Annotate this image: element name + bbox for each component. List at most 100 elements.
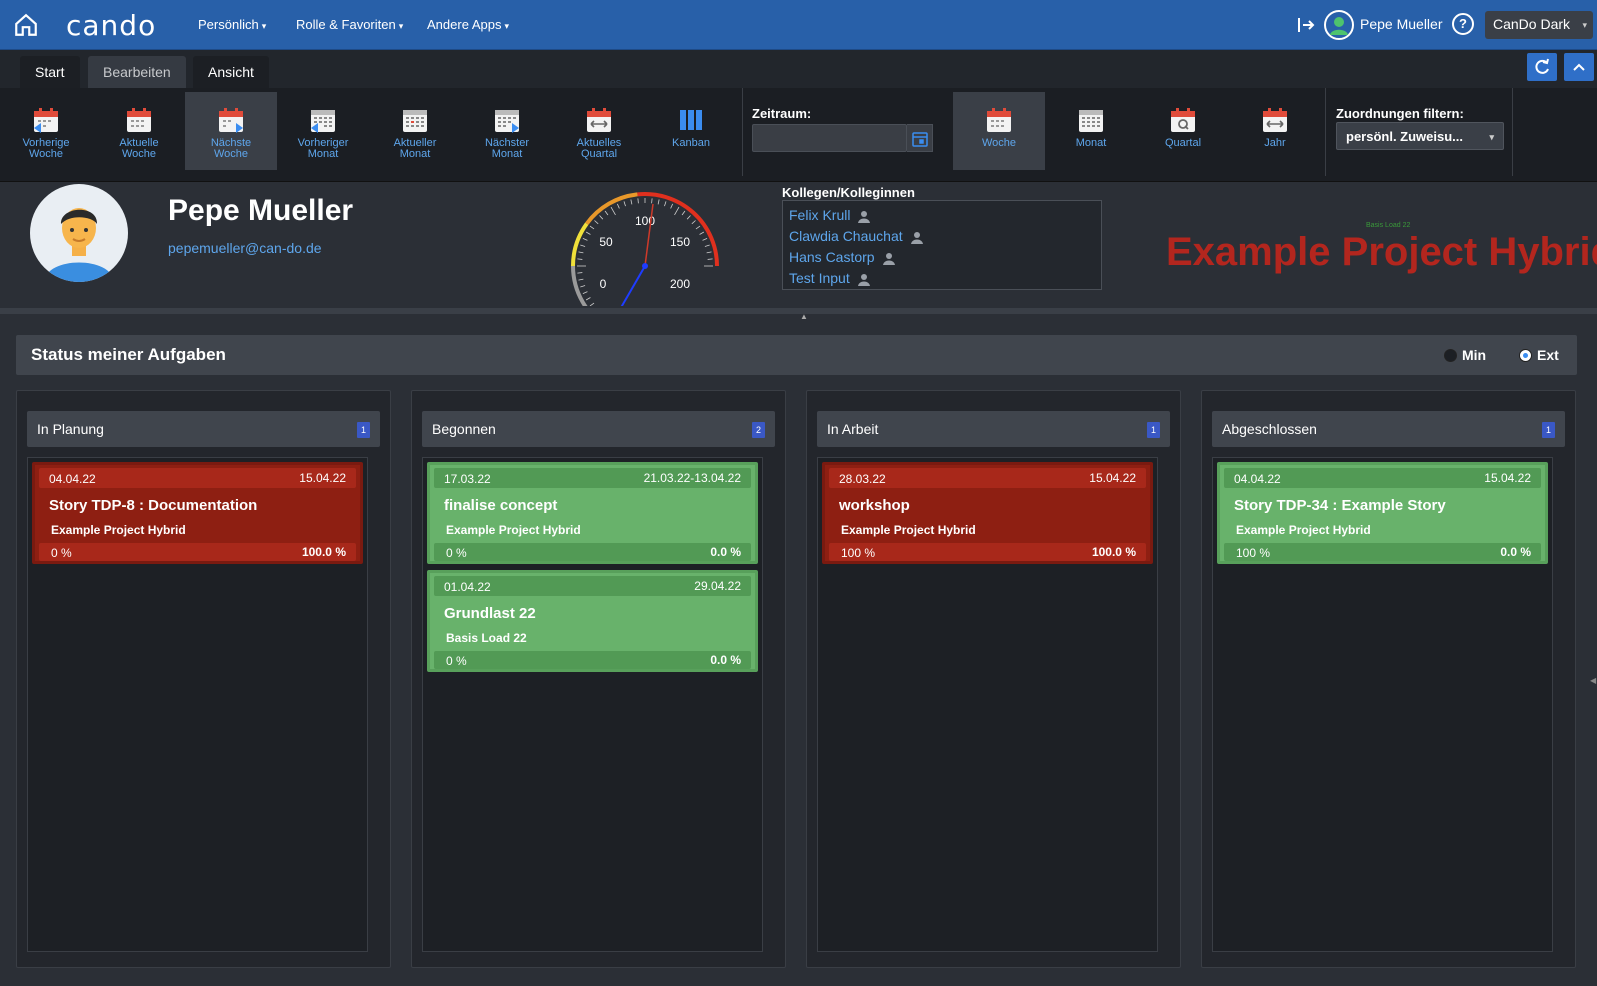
user-name[interactable]: Pepe Mueller: [1360, 16, 1443, 32]
range-input[interactable]: [752, 124, 907, 152]
gauge-tick: [664, 201, 667, 207]
previous-week-button[interactable]: Vorherige Woche: [0, 92, 92, 170]
range-label: Zeitraum:: [752, 106, 812, 121]
gauge-tick: [699, 231, 705, 235]
person-icon: [858, 210, 871, 223]
colleague-link[interactable]: Test Input: [789, 268, 1095, 289]
task-planned: 0.0 %: [710, 653, 741, 667]
radio-ext[interactable]: [1519, 349, 1532, 362]
calendar-quarter-icon: [587, 108, 611, 132]
previous-month-button[interactable]: Vorheriger Monat: [277, 92, 369, 170]
gauge-arc-segment: [571, 222, 589, 267]
task-end-date: 15.04.22: [1484, 471, 1531, 485]
side-panel-handle[interactable]: ◀: [1590, 676, 1596, 685]
radio-ext-label[interactable]: Ext: [1537, 347, 1559, 363]
ribbon-toolbar: Vorherige Woche Aktuelle Woche Nächste Woch…: [0, 88, 1597, 182]
profile-strip: Pepe Mueller pepemueller@can-do.de 0 50 …: [0, 182, 1597, 314]
logout-icon[interactable]: [1296, 15, 1316, 35]
user-avatar-icon[interactable]: [1324, 10, 1354, 40]
profile-email-link[interactable]: pepemueller@can-do.de: [168, 240, 322, 256]
period-year-button[interactable]: Jahr: [1229, 92, 1321, 170]
menu-rolle-favoriten[interactable]: Rolle & Favoriten ▾: [296, 17, 403, 32]
task-progress: 0 %: [446, 546, 467, 560]
gauge-tick: [616, 203, 620, 209]
current-week-button[interactable]: Aktuelle Woche: [93, 92, 185, 170]
chevron-down-icon: ▾: [504, 21, 509, 31]
colleague-link[interactable]: Felix Krull: [789, 205, 1095, 226]
task-start-date: 04.04.22: [49, 472, 96, 486]
status-header: Status meiner Aufgaben Min Ext: [16, 335, 1577, 375]
colleague-link[interactable]: Clawdia Chauchat: [789, 226, 1095, 247]
task-end-date: 29.04.22: [694, 579, 741, 593]
radio-min-label[interactable]: Min: [1462, 347, 1486, 363]
current-quarter-button[interactable]: Aktuelles Quartal: [553, 92, 645, 170]
home-icon[interactable]: [13, 12, 39, 38]
project-cloud-small[interactable]: Basis Load 22: [1366, 222, 1410, 229]
column-count-badge: 1: [1542, 422, 1555, 438]
task-progress: 100 %: [841, 546, 876, 560]
person-icon: [882, 252, 895, 265]
column-body: 28.03.22 15.04.22 workshop Example Projec…: [817, 457, 1158, 952]
gauge-tick: [707, 258, 713, 260]
chevron-down-icon: ▾: [261, 21, 267, 31]
column-title: In Planung: [37, 421, 104, 437]
period-quarter-button[interactable]: Quartal: [1137, 92, 1229, 170]
task-card[interactable]: 17.03.22 21.03.22-13.04.22 finalise conce…: [427, 462, 758, 564]
gauge-tick: [702, 237, 708, 241]
collapse-ribbon-button[interactable]: [1564, 53, 1594, 81]
range-calendar-button[interactable]: [907, 124, 933, 152]
tab-start[interactable]: Start: [20, 56, 80, 88]
task-card[interactable]: 01.04.22 29.04.22 Grundlast 22 Basis Load…: [427, 570, 758, 672]
splitter-handle[interactable]: ▲: [800, 312, 808, 321]
radio-min[interactable]: [1444, 349, 1457, 362]
gauge-tick: [580, 244, 586, 247]
menu-persoenlich[interactable]: Persönlich ▾: [198, 17, 266, 32]
calendar-year-icon: [1263, 108, 1287, 132]
project-cloud-big[interactable]: Example Project Hybrid: [1166, 230, 1597, 275]
task-project: Basis Load 22: [446, 631, 527, 645]
gauge-tick: [630, 199, 633, 205]
gauge-tick: [670, 203, 674, 209]
period-month-button[interactable]: Monat: [1045, 92, 1137, 170]
person-avatar-icon: [44, 208, 114, 282]
task-progress: 100 %: [1236, 546, 1271, 560]
gauge-tick: [657, 199, 660, 205]
chevron-down-icon: ▾: [398, 21, 404, 31]
task-card[interactable]: 04.04.22 15.04.22 Story TDP-34 : Example …: [1217, 462, 1548, 564]
task-card[interactable]: 28.03.22 15.04.22 workshop Example Projec…: [822, 462, 1153, 564]
theme-select[interactable]: CanDo Dark ▾: [1485, 11, 1593, 39]
calendar-week-icon: [987, 108, 1011, 132]
current-month-button[interactable]: Aktueller Monat: [369, 92, 461, 170]
filter-label: Zuordnungen filtern:: [1336, 106, 1464, 121]
tab-ansicht[interactable]: Ansicht: [193, 56, 269, 88]
colleagues-title: Kollegen/Kolleginnen: [782, 185, 915, 200]
menu-andere-apps[interactable]: Andere Apps ▾: [427, 17, 509, 32]
gauge-tick: [691, 220, 696, 225]
next-month-button[interactable]: Nächster Monat: [461, 92, 553, 170]
gauge-needle: [620, 265, 646, 306]
kanban-button[interactable]: Kanban: [645, 92, 737, 170]
calendar-next-icon: [219, 108, 243, 133]
next-week-button[interactable]: Nächste Woche: [185, 92, 277, 170]
gauge-tick: [582, 237, 588, 241]
toolbar-separator: [742, 88, 743, 176]
app-logo[interactable]: cando: [66, 9, 156, 42]
period-week-button[interactable]: Woche: [953, 92, 1045, 170]
task-project: Example Project Hybrid: [446, 523, 581, 537]
column-header: Begonnen 2: [422, 411, 775, 447]
colleague-link[interactable]: Hans Castorp: [789, 247, 1095, 268]
task-title: Story TDP-8 : Documentation: [49, 497, 258, 514]
gauge-tick: [589, 302, 595, 306]
task-card[interactable]: 04.04.22 15.04.22 Story TDP-8 : Documenta…: [32, 462, 363, 564]
column-in-arbeit: In Arbeit 1 28.03.22 15.04.22 workshop Ex…: [806, 390, 1181, 968]
assignment-filter-select[interactable]: persönl. Zuweisu... ▾: [1336, 122, 1504, 150]
gauge-tick: [623, 201, 626, 207]
column-abgeschlossen: Abgeschlossen 1 04.04.22 15.04.22 Story T…: [1201, 390, 1576, 968]
task-project: Example Project Hybrid: [1236, 523, 1371, 537]
task-progress: 0 %: [51, 546, 72, 560]
task-planned: 0.0 %: [710, 545, 741, 559]
gauge-tick: [704, 244, 710, 247]
tab-bearbeiten[interactable]: Bearbeiten: [88, 56, 186, 88]
help-icon[interactable]: ?: [1452, 13, 1474, 35]
refresh-button[interactable]: [1527, 53, 1557, 81]
